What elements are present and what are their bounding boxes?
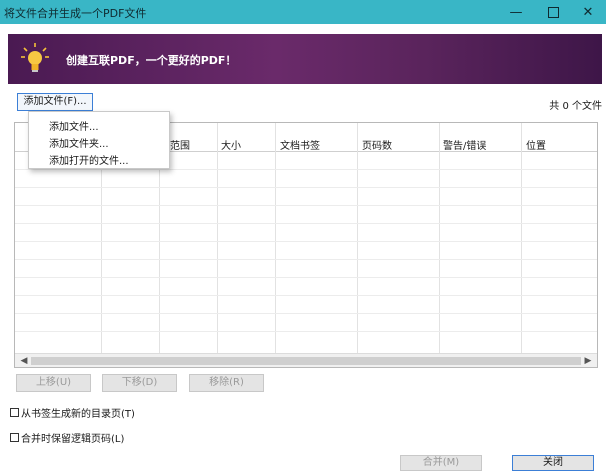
row-divider (15, 331, 597, 332)
row-divider (15, 187, 597, 188)
menu-item-add-file[interactable]: 添加文件... (49, 118, 99, 133)
generate-toc-checkbox[interactable] (10, 408, 19, 417)
keep-page-labels-option: 合并时保留逻辑页码(L) (10, 430, 124, 445)
row-divider (15, 205, 597, 206)
maximize-icon (547, 6, 559, 18)
column-header-location[interactable]: 位置 (526, 137, 546, 152)
file-count: 共 0 个文件 (549, 101, 602, 112)
column-divider (217, 123, 218, 355)
column-header-page-count[interactable]: 页码数 (362, 137, 392, 152)
keep-page-labels-checkbox[interactable] (10, 433, 19, 442)
lightbulb-icon (21, 43, 49, 72)
minimize-button[interactable]: — (498, 0, 534, 24)
generate-toc-label: 从书签生成新的目录页(T) (21, 409, 135, 420)
row-divider (15, 169, 597, 170)
merge-button[interactable]: 合并(M) (400, 455, 482, 471)
remove-button[interactable]: 移除(R) (189, 374, 264, 392)
window-title: 将文件合并生成一个PDF文件 (4, 7, 147, 20)
add-file-menu: 添加文件... 添加文件夹... 添加打开的文件... (28, 111, 170, 169)
row-divider (15, 313, 597, 314)
column-divider (357, 123, 358, 355)
row-divider (15, 223, 597, 224)
column-header-bookmarks[interactable]: 文档书签 (280, 137, 320, 152)
generate-toc-option: 从书签生成新的目录页(T) (10, 405, 135, 420)
move-up-button[interactable]: 上移(U) (16, 374, 91, 392)
menu-item-add-folder[interactable]: 添加文件夹... (49, 135, 109, 150)
menu-item-add-open-files[interactable]: 添加打开的文件... (49, 152, 129, 167)
column-header-size[interactable]: 大小 (221, 137, 241, 152)
scrollbar-thumb[interactable] (31, 357, 581, 365)
maximize-button[interactable] (535, 0, 571, 24)
horizontal-scrollbar[interactable]: ◀ ▶ (15, 353, 597, 367)
column-header-page-range[interactable]: 范围 (170, 137, 190, 152)
row-divider (15, 277, 597, 278)
close-button[interactable]: 关闭 (512, 455, 594, 471)
add-file-button[interactable]: 添加文件(F)... (17, 93, 93, 111)
scroll-left-icon[interactable]: ◀ (17, 354, 31, 367)
row-divider (15, 241, 597, 242)
row-divider (15, 259, 597, 260)
promo-banner: 创建互联PDF，一个更好的PDF！ (8, 34, 602, 84)
column-header-warnings[interactable]: 警告/错误 (443, 137, 486, 152)
move-down-button[interactable]: 下移(D) (102, 374, 177, 392)
column-divider (521, 123, 522, 355)
close-window-button[interactable]: ✕ (570, 0, 606, 24)
column-divider (439, 123, 440, 355)
title-bar: 将文件合并生成一个PDF文件 — ✕ (0, 0, 606, 24)
column-divider (275, 123, 276, 355)
keep-page-labels-label: 合并时保留逻辑页码(L) (21, 434, 125, 445)
banner-text: 创建互联PDF，一个更好的PDF！ (66, 54, 237, 67)
row-divider (15, 295, 597, 296)
scroll-right-icon[interactable]: ▶ (581, 354, 595, 367)
